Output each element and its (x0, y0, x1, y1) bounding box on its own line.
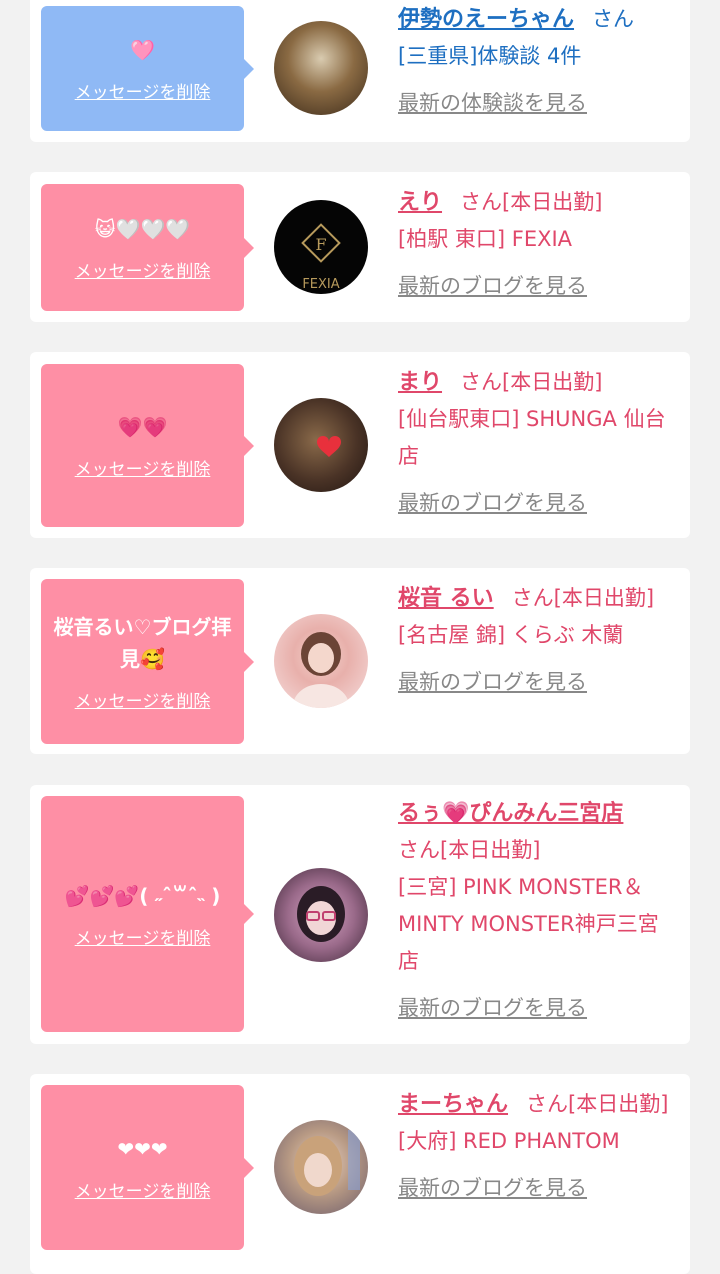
girl-name-link[interactable]: 桜音 るい (398, 586, 494, 611)
girl-name-link[interactable]: まり (398, 370, 442, 395)
avatar[interactable]: F FEXIA (274, 200, 368, 294)
girl-name-link[interactable]: 伊勢のえーちゃん (398, 7, 574, 32)
list-item: 🩷 メッセージを削除 伊勢のえーちゃん さん [三重県]体験談 4件 最新の体験談… (30, 0, 690, 142)
shop-info: [三宮] PINK MONSTER＆MINTY MONSTER神戸三宮店 (398, 875, 659, 973)
name-suffix: さん[本日出勤] (526, 1092, 669, 1116)
profile-info: まり さん[本日出勤] [仙台駅東口] SHUNGA 仙台店 最新のブログを見る (398, 364, 678, 522)
portrait-silhouette (294, 1130, 360, 1196)
name-suffix: さん (592, 7, 635, 31)
list-item: 😺🤍🤍🤍 メッセージを削除 F FEXIA えり さん[本日出勤] [柏駅 東口]… (30, 172, 690, 322)
profile-info: まーちゃん さん[本日出勤] [大府] RED PHANTOM 最新のブログを見る (398, 1086, 678, 1207)
shop-info: [三重県]体験談 4件 (398, 44, 582, 68)
portrait-silhouette (293, 632, 349, 708)
message-bubble: 🩷 メッセージを削除 (41, 6, 254, 131)
girl-name-link[interactable]: まーちゃん (398, 1092, 508, 1117)
message-bubble: 😺🤍🤍🤍 メッセージを削除 (41, 184, 254, 311)
name-suffix: さん[本日出勤] (398, 838, 541, 862)
message-text: 🩷 (130, 38, 155, 62)
profile-info: 桜音 るい さん[本日出勤] [名古屋 錦] くらぶ 木蘭 最新のブログを見る (398, 580, 678, 701)
latest-post-link[interactable]: 最新のブログを見る (398, 664, 678, 701)
message-text: 😺🤍🤍🤍 (94, 217, 191, 241)
latest-post-link[interactable]: 最新のブログを見る (398, 268, 678, 305)
name-suffix: さん[本日出勤] (511, 586, 655, 610)
profile-info: えり さん[本日出勤] [柏駅 東口] FEXIA 最新のブログを見る (398, 184, 678, 305)
latest-post-link[interactable]: 最新のブログを見る (398, 990, 678, 1027)
delete-message-link[interactable]: メッセージを削除 (75, 924, 211, 949)
latest-post-link[interactable]: 最新のブログを見る (398, 485, 678, 522)
message-text: 💕💕💕( ˶ˆ꒳ˆ˵ ) (64, 883, 221, 908)
message-text: 桜音るい♡ブログ拝見🥰 (53, 615, 232, 671)
message-text: 💗💗 (117, 415, 168, 439)
list-item: ❤❤❤ メッセージを削除 まーちゃん さん[本日出勤] [大府] RED PHAN… (30, 1074, 690, 1274)
message-bubble: ❤❤❤ メッセージを削除 (41, 1085, 254, 1250)
message-text: ❤❤❤ (117, 1137, 168, 1161)
latest-post-link[interactable]: 最新のブログを見る (398, 1170, 678, 1207)
avatar[interactable] (274, 398, 368, 492)
list-item: 💗💗 メッセージを削除 まり さん[本日出勤] [仙台駅東口] SHUNGA 仙台… (30, 352, 690, 538)
delete-message-link[interactable]: メッセージを削除 (75, 257, 211, 282)
shop-info: [柏駅 東口] FEXIA (398, 227, 573, 251)
avatar[interactable] (274, 614, 368, 708)
message-list: 🩷 メッセージを削除 伊勢のえーちゃん さん [三重県]体験談 4件 最新の体験談… (0, 0, 720, 1274)
girl-name-link[interactable]: えり (398, 190, 442, 215)
svg-text:FEXIA: FEXIA (302, 277, 339, 292)
shop-info: [仙台駅東口] SHUNGA 仙台店 (398, 407, 666, 468)
name-suffix: さん[本日出勤] (460, 190, 603, 214)
heart-sticker-icon (317, 436, 341, 457)
message-bubble: 💕💕💕( ˶ˆ꒳ˆ˵ ) メッセージを削除 (41, 796, 254, 1032)
svg-text:F: F (315, 235, 326, 254)
portrait-silhouette (297, 886, 345, 942)
profile-info: 伊勢のえーちゃん さん [三重県]体験談 4件 最新の体験談を見る (398, 1, 678, 122)
girl-name-link[interactable]: るぅ💗ぴんみん三宮店 (398, 801, 623, 826)
list-item: 桜音るい♡ブログ拝見🥰 メッセージを削除 桜音 るい さん[本日出勤] [名古屋 … (30, 568, 690, 754)
shop-info: [大府] RED PHANTOM (398, 1129, 620, 1153)
list-item: 💕💕💕( ˶ˆ꒳ˆ˵ ) メッセージを削除 るぅ💗ぴんみん三宮店 さん[本日出勤… (30, 785, 690, 1044)
avatar[interactable] (274, 1120, 368, 1214)
shop-info: [名古屋 錦] くらぶ 木蘭 (398, 623, 624, 647)
delete-message-link[interactable]: メッセージを削除 (75, 455, 211, 480)
name-suffix: さん[本日出勤] (460, 370, 603, 394)
avatar[interactable] (274, 868, 368, 962)
delete-message-link[interactable]: メッセージを削除 (75, 687, 211, 712)
message-bubble: 💗💗 メッセージを削除 (41, 364, 254, 527)
delete-message-link[interactable]: メッセージを削除 (75, 1177, 211, 1202)
fexia-logo: F FEXIA (301, 223, 341, 292)
profile-info: るぅ💗ぴんみん三宮店 さん[本日出勤] [三宮] PINK MONSTER＆MI… (398, 795, 678, 1027)
avatar[interactable] (274, 21, 368, 115)
delete-message-link[interactable]: メッセージを削除 (75, 78, 211, 103)
latest-post-link[interactable]: 最新の体験談を見る (398, 85, 678, 122)
message-bubble: 桜音るい♡ブログ拝見🥰 メッセージを削除 (41, 579, 254, 744)
